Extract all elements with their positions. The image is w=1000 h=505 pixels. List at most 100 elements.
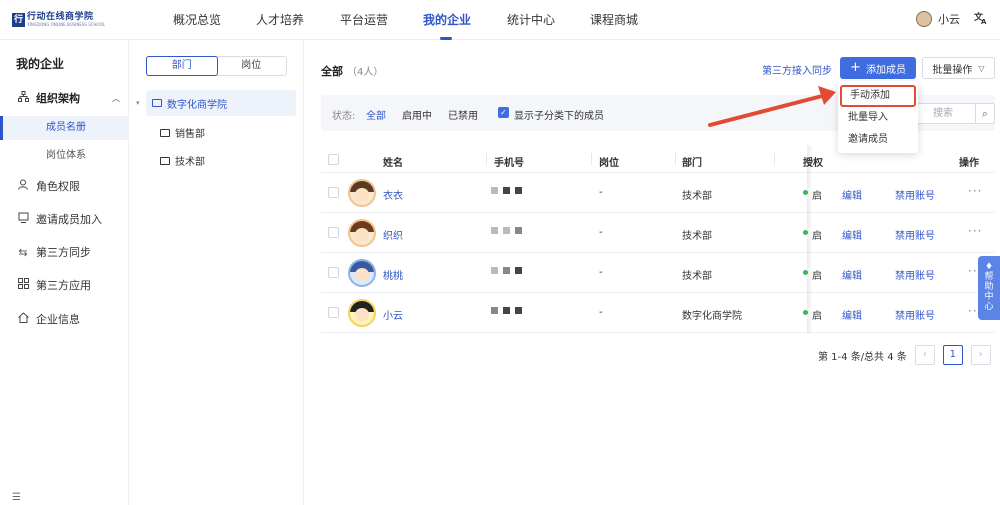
tab-department[interactable]: 部门 (146, 56, 218, 76)
sidebar-item-label: 第三方应用 (36, 279, 91, 292)
tree-tab-switch: 部门 岗位 (146, 56, 287, 76)
logo[interactable]: 行 行动在线商学院 XINGDONG ONLINE BUSINESS SCHOO… (12, 12, 105, 27)
sidebar-item-org-structure[interactable]: 组织架构 ︿ (0, 86, 129, 110)
edit-link[interactable]: 编辑 (842, 307, 862, 322)
add-member-button[interactable]: + 添加成员 (840, 57, 916, 79)
batch-operations-button[interactable]: 批量操作 ▽ (922, 57, 995, 79)
translate-icon[interactable]: 文A (973, 11, 988, 26)
nav-item-talent[interactable]: 人才培养 (256, 11, 304, 28)
member-name-link[interactable]: 小云 (383, 307, 403, 322)
nav-item-my-enterprise[interactable]: 我的企业 (423, 11, 471, 28)
user-name: 小云 (938, 13, 960, 26)
sidebar-item-third-party-sync[interactable]: ⇆ 第三方同步 (0, 240, 129, 264)
sidebar-item-position-system[interactable]: 岗位体系 (0, 144, 129, 168)
top-navbar: 行 行动在线商学院 XINGDONG ONLINE BUSINESS SCHOO… (0, 0, 1000, 40)
row-checkbox[interactable] (328, 307, 339, 318)
table-row: 小云 - 数字化商学院 启 编辑 禁用账号 ··· (321, 293, 995, 333)
user-avatar (916, 11, 932, 27)
table-row: 桃桃 - 技术部 启 编辑 禁用账号 ··· (321, 253, 995, 293)
folder-icon (152, 99, 162, 107)
nav-item-overview[interactable]: 概况总览 (173, 11, 221, 28)
tree-node-tech[interactable]: 技术部 (160, 153, 205, 168)
column-header-position: 岗位 (599, 158, 619, 169)
sidebar-title: 我的企业 (16, 57, 65, 71)
disable-account-link[interactable]: 禁用账号 (895, 307, 935, 322)
folder-icon (160, 128, 170, 137)
tree-node-root[interactable]: 数字化商学院 (146, 90, 296, 116)
prev-page-button[interactable]: ‹ (914, 345, 935, 365)
edit-link[interactable]: 编辑 (842, 267, 862, 282)
filter-option-all[interactable]: 全部 (366, 107, 386, 122)
column-header-auth: 授权 (803, 158, 823, 169)
sidebar-item-label: 角色权限 (36, 180, 80, 193)
select-all-checkbox[interactable] (328, 154, 339, 165)
sidebar-item-label: 企业信息 (36, 313, 80, 326)
department-cell: 技术部 (682, 191, 712, 202)
home-icon (17, 312, 29, 326)
next-page-button[interactable]: › (970, 345, 991, 365)
department-cell: 技术部 (682, 231, 712, 242)
phone-redacted (491, 267, 522, 274)
column-header-department: 部门 (682, 158, 702, 169)
logo-mark-icon: 行 (12, 12, 25, 27)
sidebar-item-label: 第三方同步 (36, 246, 91, 259)
status-cell: 启 (812, 191, 822, 202)
show-sub-members-label[interactable]: 显示子分类下的成员 (514, 107, 604, 122)
invite-icon (17, 212, 29, 226)
member-name-link[interactable]: 织织 (383, 227, 403, 242)
dropdown-item-batch-import[interactable]: 批量导入 (838, 107, 918, 129)
more-actions-icon[interactable]: ··· (968, 184, 982, 198)
user-role-icon (17, 179, 29, 193)
disable-account-link[interactable]: 禁用账号 (895, 267, 935, 282)
tree-node-sales[interactable]: 销售部 (160, 125, 205, 140)
nav-item-platform[interactable]: 平台运营 (340, 11, 388, 28)
member-name-link[interactable]: 衣衣 (383, 187, 403, 202)
tree-node-label: 销售部 (175, 129, 205, 140)
column-header-actions: 操作 (959, 158, 979, 169)
caret-down-icon[interactable]: ▾ (136, 99, 140, 107)
row-checkbox[interactable] (328, 227, 339, 238)
sidebar-item-company-info[interactable]: 企业信息 (0, 307, 129, 331)
sidebar-item-label: 组织架构 (36, 92, 80, 105)
disable-account-link[interactable]: 禁用账号 (895, 187, 935, 202)
dropdown-item-manual-add[interactable]: 手动添加 (840, 85, 916, 107)
more-actions-icon[interactable]: ··· (968, 224, 982, 238)
show-sub-members-checkbox[interactable]: ✓ (498, 107, 509, 118)
tab-position[interactable]: 岗位 (217, 57, 287, 75)
edit-link[interactable]: 编辑 (842, 187, 862, 202)
nav-item-statistics[interactable]: 统计中心 (507, 11, 555, 28)
avatar (348, 259, 376, 287)
member-name-link[interactable]: 桃桃 (383, 267, 403, 282)
help-center-label: 帮助中心 (984, 272, 994, 312)
row-checkbox[interactable] (328, 267, 339, 278)
collapse-menu-icon[interactable]: ☰ (12, 492, 21, 503)
edit-link[interactable]: 编辑 (842, 227, 862, 242)
filter-option-disabled[interactable]: 已禁用 (448, 107, 478, 122)
column-header-name: 姓名 (383, 158, 403, 169)
org-chart-icon (17, 91, 29, 105)
annotation-arrow (708, 86, 836, 127)
add-member-dropdown: 手动添加 批量导入 邀请成员 (838, 81, 918, 153)
search-icon[interactable]: ⌕ (975, 103, 995, 124)
sidebar-item-member-roster[interactable]: 成员名册 (0, 116, 129, 140)
nav-item-course-mall[interactable]: 课程商城 (590, 11, 638, 28)
logo-subtext: XINGDONG ONLINE BUSINESS SCHOOL (27, 22, 106, 27)
third-party-sync-link[interactable]: 第三方接入同步 (762, 62, 832, 77)
avatar (348, 219, 376, 247)
sidebar-item-third-party-apps[interactable]: 第三方应用 (0, 273, 129, 297)
disable-account-link[interactable]: 禁用账号 (895, 227, 935, 242)
filter-option-enabled[interactable]: 启用中 (402, 107, 432, 122)
help-center-tab[interactable]: ♦ 帮助中心 (978, 256, 1000, 320)
folder-icon (160, 156, 170, 165)
row-checkbox[interactable] (328, 187, 339, 198)
user-menu[interactable]: 小云 (916, 11, 960, 27)
tree-node-label: 数字化商学院 (167, 99, 227, 111)
page-number-button[interactable]: 1 (942, 345, 963, 365)
table-row: 织织 - 技术部 启 编辑 禁用账号 ··· (321, 213, 995, 253)
tree-node-label: 技术部 (175, 157, 205, 168)
member-count: （4人） (347, 67, 384, 78)
dropdown-item-invite-member[interactable]: 邀请成员 (838, 129, 918, 151)
sidebar-item-roles[interactable]: 角色权限 (0, 174, 129, 198)
sidebar-item-invite[interactable]: 邀请成员加入 (0, 207, 129, 231)
status-cell: 启 (812, 271, 822, 282)
